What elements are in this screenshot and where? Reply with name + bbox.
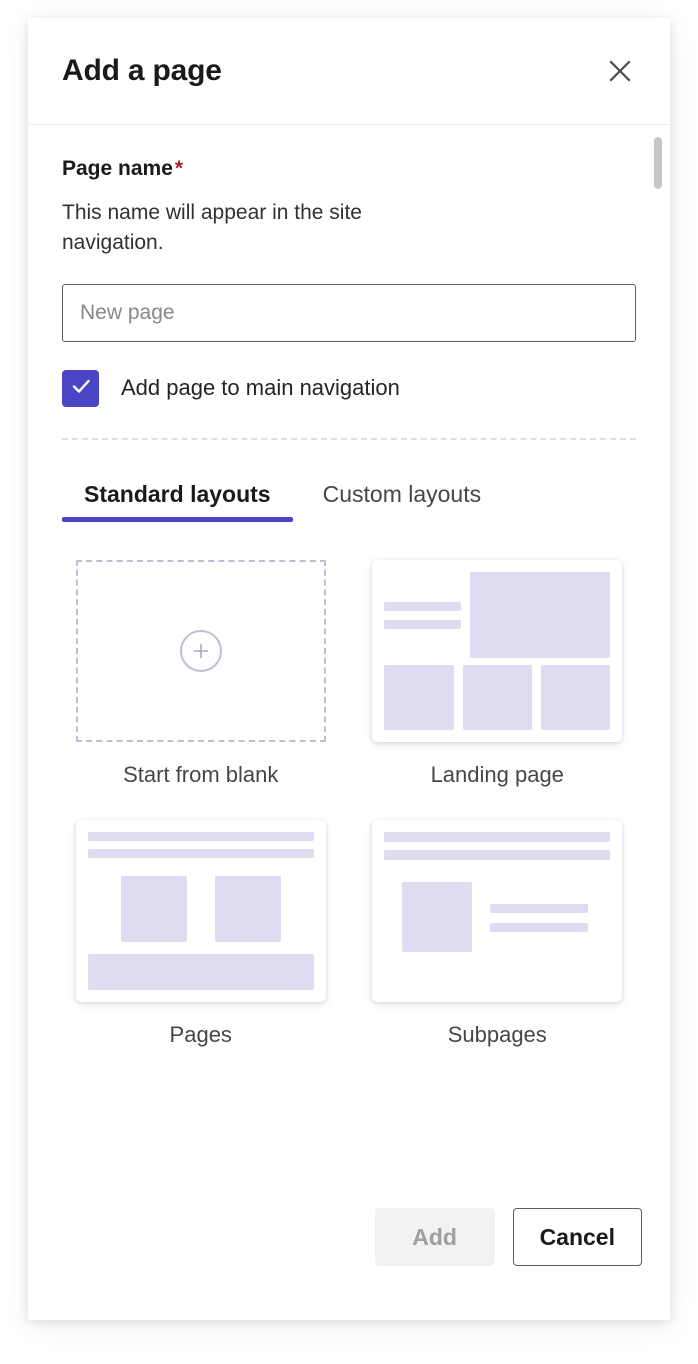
- thumb-text-bar: [87, 849, 314, 858]
- thumb-text-bar: [384, 619, 462, 629]
- layout-thumbnail-landing: [372, 560, 623, 743]
- thumb-text-bar: [490, 923, 589, 933]
- layout-thumbnail-subpages: [372, 820, 623, 1003]
- page-name-input[interactable]: [62, 283, 636, 342]
- dialog-body: Page name* This name will appear in the …: [28, 125, 670, 1208]
- layout-option-pages[interactable]: Pages: [75, 820, 327, 1046]
- layout-thumbnail-pages: [75, 820, 326, 1003]
- add-to-navigation-label: Add page to main navigation: [121, 375, 400, 401]
- page-name-label-text: Page name: [62, 157, 173, 180]
- add-to-navigation-checkbox[interactable]: [62, 369, 99, 407]
- scrollbar-thumb[interactable]: [654, 137, 662, 189]
- thumb-text-bar: [384, 601, 462, 611]
- scrollbar[interactable]: [654, 131, 662, 1202]
- thumb-block: [214, 875, 281, 942]
- add-to-navigation-checkbox-row[interactable]: Add page to main navigation: [62, 369, 636, 407]
- plus-circle-icon: [179, 630, 222, 673]
- thumb-block: [470, 572, 611, 659]
- page-name-label: Page name*: [62, 157, 636, 180]
- dialog-header: Add a page: [28, 18, 670, 125]
- tab-custom-layouts[interactable]: Custom layouts: [301, 477, 504, 523]
- layout-caption: Subpages: [447, 1022, 547, 1048]
- close-button[interactable]: [598, 49, 642, 93]
- dialog-footer: Add Cancel: [28, 1208, 670, 1320]
- close-icon: [605, 56, 635, 86]
- thumb-text-bar: [87, 832, 314, 842]
- layout-option-landing-page[interactable]: Landing page: [372, 560, 624, 786]
- layout-caption: Pages: [169, 1022, 232, 1048]
- add-page-dialog: Add a page Page name* This name will app…: [28, 18, 670, 1320]
- layout-option-subpages[interactable]: Subpages: [372, 820, 624, 1046]
- layout-thumbnail-blank: [75, 560, 326, 743]
- layout-caption: Start from blank: [123, 762, 279, 788]
- layout-caption: Landing page: [430, 762, 564, 788]
- layout-option-start-from-blank[interactable]: Start from blank: [75, 560, 327, 786]
- cancel-button[interactable]: Cancel: [512, 1208, 642, 1266]
- page-name-description: This name will appear in the site naviga…: [62, 201, 362, 254]
- thumb-block: [87, 953, 314, 991]
- thumb-text-bar: [384, 832, 611, 843]
- add-button[interactable]: Add: [374, 1208, 495, 1266]
- thumb-block: [384, 665, 454, 731]
- tab-standard-layouts[interactable]: Standard layouts: [62, 477, 293, 523]
- section-divider: [62, 437, 636, 440]
- thumb-block: [402, 882, 473, 953]
- thumb-text-bar: [490, 904, 589, 914]
- thumb-block: [462, 665, 532, 731]
- thumb-block: [540, 665, 611, 731]
- checkmark-icon: [69, 374, 93, 403]
- layout-tabs: Standard layouts Custom layouts: [62, 477, 636, 523]
- thumb-text-bar: [384, 850, 611, 861]
- dialog-title: Add a page: [62, 54, 222, 87]
- required-asterisk: *: [174, 157, 184, 180]
- layout-grid: Start from blank Landing page Pages Subp…: [62, 560, 636, 1046]
- thumb-block: [120, 875, 187, 942]
